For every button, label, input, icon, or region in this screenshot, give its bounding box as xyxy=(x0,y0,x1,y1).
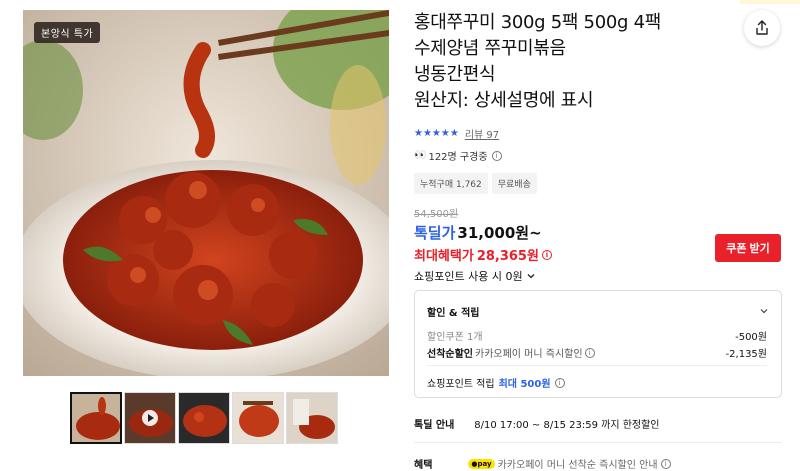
benefits-heading: 할인 & 적립 xyxy=(427,308,480,319)
rating-row: ★★★★★ 리뷰 97 xyxy=(414,126,499,141)
box-divider xyxy=(427,365,767,366)
viewer-count: 122명 구경중 xyxy=(428,152,488,163)
play-icon xyxy=(142,410,158,426)
free-shipping-chip: 무료배송 xyxy=(491,173,537,194)
kakaopay-icon: ●pay xyxy=(468,458,495,469)
first-come-discount-value: -2,135원 xyxy=(725,349,767,360)
benefit-value: 카카오페이 머니 선착순 즉시할인 안내 xyxy=(497,460,658,471)
top-accent-strip xyxy=(740,0,800,4)
original-price: 54,500원 xyxy=(414,209,459,220)
share-button[interactable] xyxy=(744,10,780,46)
product-title: 홍대쭈꾸미 300g 5팩 500g 4팩 수제양념 쭈꾸미볶음 냉동간편식 원… xyxy=(414,12,661,111)
first-come-label: 선착순할인 xyxy=(427,349,473,360)
review-link[interactable]: 리뷰 97 xyxy=(465,126,499,141)
share-icon xyxy=(756,20,768,35)
info-icon[interactable]: i xyxy=(554,377,565,388)
cumulative-purchases-chip: 누적구매 1,762 xyxy=(414,173,488,194)
thumbnail-4[interactable] xyxy=(232,392,284,444)
best-price-row: 최대혜택가 28,365원 i xyxy=(414,245,552,264)
shopping-point-label: 쇼핑포인트 적립 xyxy=(427,379,495,390)
deal-info-label: 톡딜 안내 xyxy=(414,420,455,431)
info-icon[interactable]: i xyxy=(584,347,595,358)
special-deal-badge: 본앙식 특가 xyxy=(34,22,101,43)
kakaopay-discount-label: 카카오페이 머니 즉시할인 xyxy=(475,349,583,360)
point-use-label: 쇼핑포인트 사용 시 0원 xyxy=(414,270,523,283)
deal-price-label: 톡딜가 xyxy=(414,224,456,242)
chevron-down-icon[interactable] xyxy=(759,306,769,316)
product-main-image[interactable] xyxy=(23,10,389,376)
thumbnail-5[interactable] xyxy=(286,392,338,444)
product-chips: 누적구매 1,762 무료배송 xyxy=(414,173,537,194)
chevron-down-icon xyxy=(527,274,535,279)
info-icon[interactable]: i xyxy=(541,249,552,260)
coupon-discount-label: 할인쿠폰 1개 xyxy=(427,332,483,343)
deal-info-row: 톡딜 안내 8/10 17:00 ~ 8/15 23:59 까지 한정할인 xyxy=(414,416,660,431)
thumbnail-1[interactable] xyxy=(70,392,122,444)
deal-price-row: 톡딜가 31,000원~ xyxy=(414,222,542,243)
shopping-point-row: 쇼핑포인트 적립 최대 500원 i xyxy=(427,375,565,390)
thumbnail-3[interactable] xyxy=(178,392,230,444)
star-rating: ★★★★★ xyxy=(414,128,459,139)
deal-info-value: 8/10 17:00 ~ 8/15 23:59 까지 한정할인 xyxy=(474,420,660,431)
thumbnail-strip xyxy=(70,392,338,444)
shopping-point-value: 최대 500원 xyxy=(498,379,551,390)
point-use-toggle[interactable]: 쇼핑포인트 사용 시 0원 xyxy=(414,268,536,284)
benefit-row: 혜택 ●pay 카카오페이 머니 선착순 즉시할인 안내 i xyxy=(414,456,671,471)
thumbnail-2-video[interactable] xyxy=(124,392,176,444)
coupon-discount-row: 할인쿠폰 1개 -500원 xyxy=(427,328,767,343)
best-price-value: 28,365원 xyxy=(476,249,539,264)
best-price-label: 최대혜택가 xyxy=(414,249,474,264)
discount-benefits-box: 할인 & 적립 할인쿠폰 1개 -500원 선착순할인 카카오페이 머니 즉시할… xyxy=(414,290,782,398)
coupon-discount-value: -500원 xyxy=(735,332,767,343)
eyes-icon: 👀 xyxy=(414,150,427,161)
benefit-label: 혜택 xyxy=(414,460,433,471)
deal-price-value: 31,000원~ xyxy=(457,224,542,242)
first-come-discount-row: 선착순할인 카카오페이 머니 즉시할인 i -2,135원 xyxy=(427,345,767,360)
get-coupon-button[interactable]: 쿠폰 받기 xyxy=(715,234,781,262)
info-icon[interactable]: i xyxy=(660,458,671,469)
viewer-count-row: 👀 122명 구경중 i xyxy=(414,148,502,163)
section-divider xyxy=(414,442,782,443)
info-icon[interactable]: i xyxy=(491,150,502,161)
